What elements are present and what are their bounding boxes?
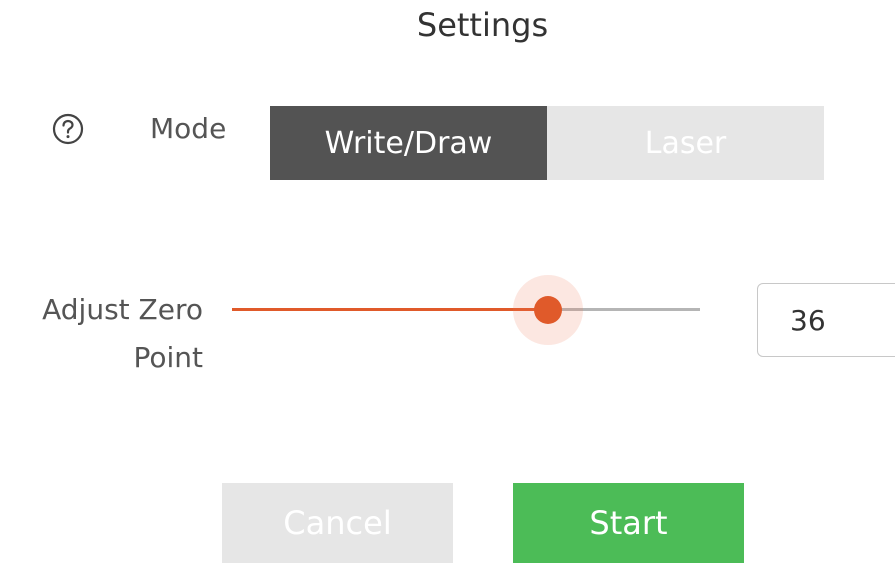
start-button[interactable]: Start — [513, 483, 744, 563]
settings-dialog: Settings Mode Write/Draw Laser Adjust Ze… — [0, 0, 895, 563]
zero-point-value-input[interactable] — [757, 283, 895, 357]
slider-thumb[interactable] — [533, 296, 562, 324]
adjust-zero-point-label: Adjust Zero Point — [42, 293, 203, 374]
zero-point-slider[interactable] — [232, 275, 700, 345]
mode-option-write-draw[interactable]: Write/Draw — [270, 106, 547, 180]
dialog-title: Settings — [416, 6, 549, 44]
cancel-button[interactable]: Cancel — [222, 483, 453, 563]
question-circle-icon[interactable] — [51, 112, 85, 146]
mode-label: Mode — [150, 112, 227, 145]
slider-track — [232, 308, 548, 311]
mode-toggle: Write/Draw Laser — [270, 106, 824, 180]
mode-option-laser[interactable]: Laser — [547, 106, 824, 180]
